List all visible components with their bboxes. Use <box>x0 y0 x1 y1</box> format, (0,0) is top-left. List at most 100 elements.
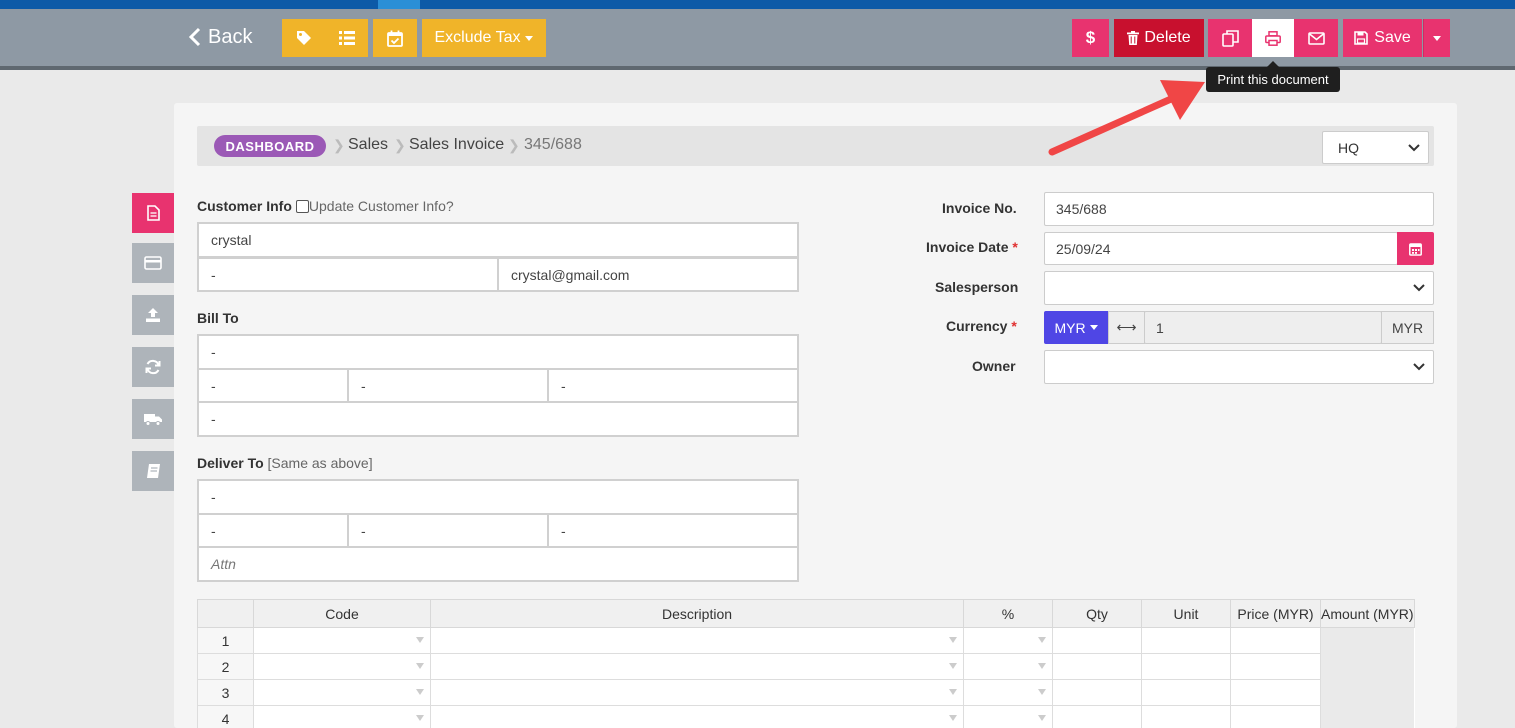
email-button[interactable] <box>1294 19 1338 57</box>
attn-field[interactable]: Attn <box>197 546 799 582</box>
breadcrumb-separator-icon: ❯ <box>508 137 520 153</box>
truck-icon <box>144 414 162 426</box>
row-number: 3 <box>197 679 254 706</box>
tab-sync[interactable] <box>132 347 174 387</box>
dropdown-caret-icon <box>416 715 424 721</box>
tab-document[interactable] <box>132 193 174 233</box>
payment-button[interactable]: $ <box>1072 19 1109 57</box>
salesperson-label: Salesperson <box>935 279 1019 295</box>
deliver-city-field[interactable]: - <box>197 513 349 548</box>
caret-down-icon <box>1089 325 1098 330</box>
invoice-date-field[interactable]: 25/09/24 <box>1044 232 1398 265</box>
branch-value: HQ <box>1338 139 1359 156</box>
update-customer-checkbox[interactable] <box>295 199 309 213</box>
row-number: 4 <box>197 705 254 728</box>
save-options-dropdown[interactable] <box>1423 19 1450 57</box>
caret-down-icon <box>525 35 534 41</box>
date-picker-button[interactable] <box>1397 232 1434 265</box>
column-header <box>197 599 254 628</box>
qty-cell[interactable] <box>1052 627 1142 654</box>
bill-city-field[interactable]: - <box>197 368 349 403</box>
save-label: Save <box>1374 29 1411 46</box>
unit-cell[interactable] <box>1141 627 1231 654</box>
dropdown-caret-icon <box>1038 637 1046 643</box>
deliver-state-field[interactable]: - <box>347 513 549 548</box>
bill-state-field[interactable]: - <box>347 368 549 403</box>
print-tooltip: Print this document <box>1206 67 1340 92</box>
exclude-tax-dropdown[interactable]: Exclude Tax <box>422 19 546 57</box>
save-button[interactable]: Save <box>1343 19 1422 57</box>
description-cell[interactable] <box>430 679 964 706</box>
branch-select[interactable]: HQ <box>1322 131 1429 164</box>
column-header: Unit <box>1141 599 1231 628</box>
back-button[interactable]: Back <box>188 18 252 56</box>
dropdown-caret-icon <box>416 637 424 643</box>
amount-cell <box>1320 627 1415 654</box>
price-cell[interactable] <box>1230 653 1321 680</box>
customer-info-heading: Customer Info Update Customer Info? <box>197 198 454 214</box>
breadcrumb-sales-invoice-link[interactable]: Sales Invoice <box>409 136 504 154</box>
customer-email-field[interactable]: crystal@gmail.com <box>497 257 799 292</box>
qty-cell[interactable] <box>1052 653 1142 680</box>
customer-name-field[interactable]: crystal <box>197 222 799 258</box>
table-header-row: Code Description % Qty Unit Price (MYR) … <box>197 599 1415 628</box>
breadcrumb-dashboard-link[interactable]: DASHBOARD <box>214 135 326 157</box>
invoice-no-field[interactable]: 345/688 <box>1044 192 1434 226</box>
qty-cell[interactable] <box>1052 705 1142 728</box>
bill-postcode-field[interactable]: - <box>547 368 799 403</box>
currency-dropdown[interactable]: MYR <box>1044 311 1108 344</box>
percent-cell[interactable] <box>963 653 1053 680</box>
table-row: 1 <box>197 627 1415 654</box>
duplicate-button[interactable] <box>1208 19 1252 57</box>
rate-currency-addon: MYR <box>1381 311 1434 344</box>
book-icon <box>146 464 160 478</box>
tag-button[interactable] <box>282 19 325 57</box>
customer-phone-field[interactable]: - <box>197 257 499 292</box>
unit-cell[interactable] <box>1141 679 1231 706</box>
same-as-above-link[interactable]: [Same as above] <box>268 455 373 471</box>
list-button[interactable] <box>325 19 368 57</box>
description-cell[interactable] <box>430 705 964 728</box>
currency-code: MYR <box>1054 319 1086 336</box>
percent-cell[interactable] <box>963 705 1053 728</box>
chevron-down-icon <box>1413 284 1425 292</box>
code-cell[interactable] <box>253 679 431 706</box>
description-cell[interactable] <box>430 627 964 654</box>
qty-cell[interactable] <box>1052 679 1142 706</box>
bill-address-line1[interactable]: - <box>197 334 799 370</box>
unit-cell[interactable] <box>1141 653 1231 680</box>
list-icon <box>338 31 355 45</box>
exchange-rate-field[interactable]: 1 <box>1144 311 1382 344</box>
code-cell[interactable] <box>253 653 431 680</box>
code-cell[interactable] <box>253 627 431 654</box>
code-cell[interactable] <box>253 705 431 728</box>
price-cell[interactable] <box>1230 627 1321 654</box>
deliver-postcode-field[interactable]: - <box>547 513 799 548</box>
unit-cell[interactable] <box>1141 705 1231 728</box>
print-button[interactable] <box>1252 19 1294 57</box>
top-accent-highlight <box>378 0 420 9</box>
owner-select[interactable] <box>1044 350 1434 384</box>
bill-to-label: Bill To <box>197 310 239 326</box>
calendar-check-button[interactable] <box>373 19 417 57</box>
description-cell[interactable] <box>430 653 964 680</box>
credit-card-icon <box>144 256 162 270</box>
deliver-address-line1[interactable]: - <box>197 479 799 515</box>
percent-cell[interactable] <box>963 679 1053 706</box>
tab-delivery[interactable] <box>132 399 174 439</box>
delete-button[interactable]: Delete <box>1114 19 1204 57</box>
salesperson-select[interactable] <box>1044 271 1434 305</box>
amount-cell <box>1320 705 1415 728</box>
bill-country-field[interactable]: - <box>197 401 799 437</box>
tab-notes[interactable] <box>132 451 174 491</box>
tab-upload[interactable] <box>132 295 174 335</box>
percent-cell[interactable] <box>963 627 1053 654</box>
price-cell[interactable] <box>1230 705 1321 728</box>
column-header: Description <box>430 599 964 628</box>
table-row: 4 <box>197 705 1415 728</box>
tab-payment[interactable] <box>132 243 174 283</box>
deliver-to-label: Deliver To <box>197 455 264 471</box>
price-cell[interactable] <box>1230 679 1321 706</box>
column-header: Amount (MYR) <box>1320 599 1415 628</box>
breadcrumb-sales-link[interactable]: Sales <box>348 136 388 154</box>
